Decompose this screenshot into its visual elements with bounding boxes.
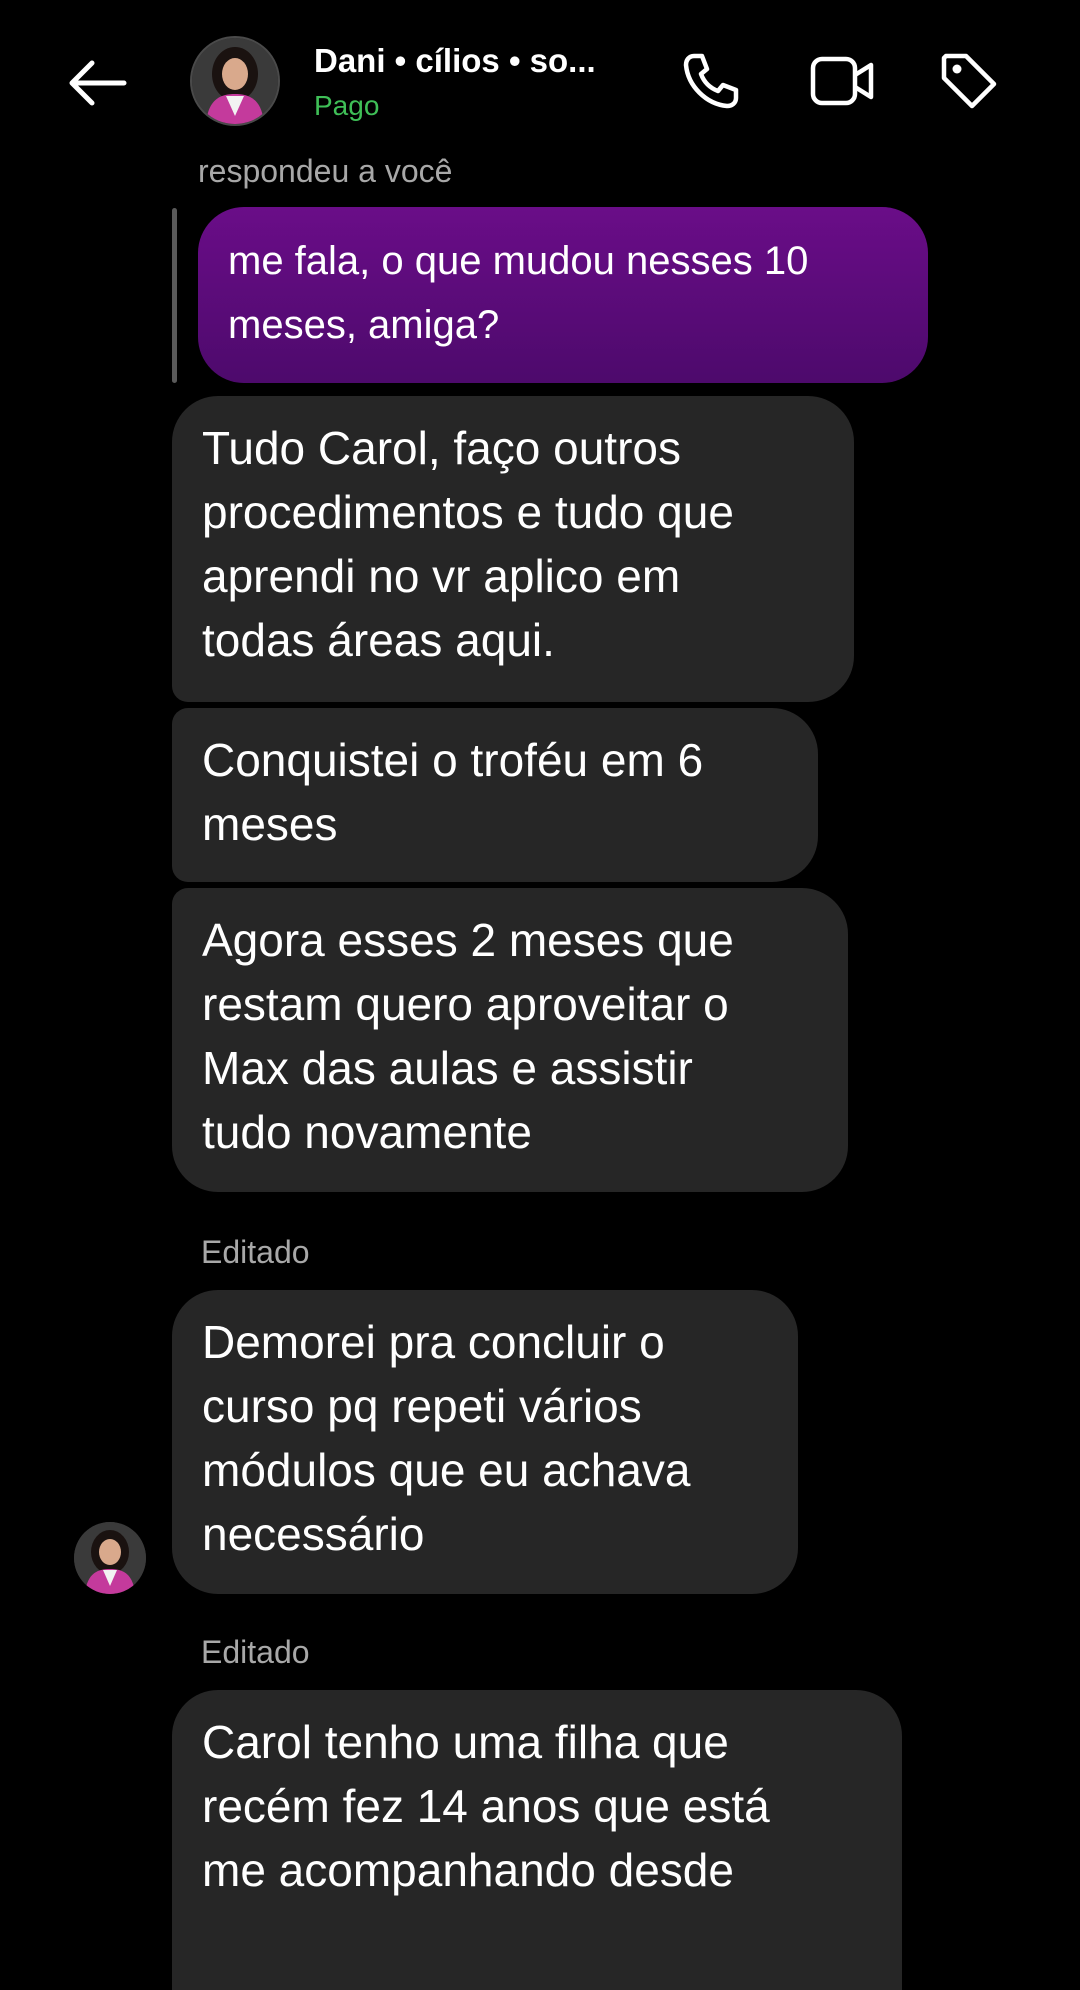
voice-call-button[interactable] xyxy=(676,46,746,116)
back-button[interactable] xyxy=(62,50,132,116)
profile-photo xyxy=(74,1522,146,1594)
reply-context-label: respondeu a você xyxy=(198,153,453,189)
video-camera-icon xyxy=(810,56,874,106)
edited-label: Editado xyxy=(201,1634,310,1670)
chat-header: Dani • cílios • so... Pago xyxy=(0,0,1080,150)
received-message-bubble[interactable]: Agora esses 2 meses que restam quero apr… xyxy=(172,888,848,1192)
received-message-bubble[interactable]: Tudo Carol, faço outros procedimentos e … xyxy=(172,396,854,702)
sender-avatar[interactable] xyxy=(74,1522,146,1594)
contact-status-label: Pago xyxy=(314,90,380,121)
tag-icon xyxy=(941,53,997,109)
contact-name[interactable]: Dani • cílios • so... xyxy=(314,42,596,80)
back-arrow-icon xyxy=(69,60,127,106)
received-message-bubble[interactable]: Conquistei o troféu em 6 meses xyxy=(172,708,818,882)
reply-quote-bar xyxy=(172,208,177,383)
received-message-bubble[interactable]: Carol tenho uma filha que recém fez 14 a… xyxy=(172,1690,902,1990)
edited-label: Editado xyxy=(201,1234,310,1270)
received-message-bubble[interactable]: Demorei pra concluir o curso pq repeti v… xyxy=(172,1290,798,1594)
phone-icon xyxy=(683,53,739,109)
profile-photo xyxy=(192,38,278,124)
video-call-button[interactable] xyxy=(808,46,878,116)
tag-button[interactable] xyxy=(934,46,1004,116)
sent-message-bubble[interactable]: me fala, o que mudou nesses 10 meses, am… xyxy=(198,207,928,383)
contact-avatar[interactable] xyxy=(190,36,280,126)
